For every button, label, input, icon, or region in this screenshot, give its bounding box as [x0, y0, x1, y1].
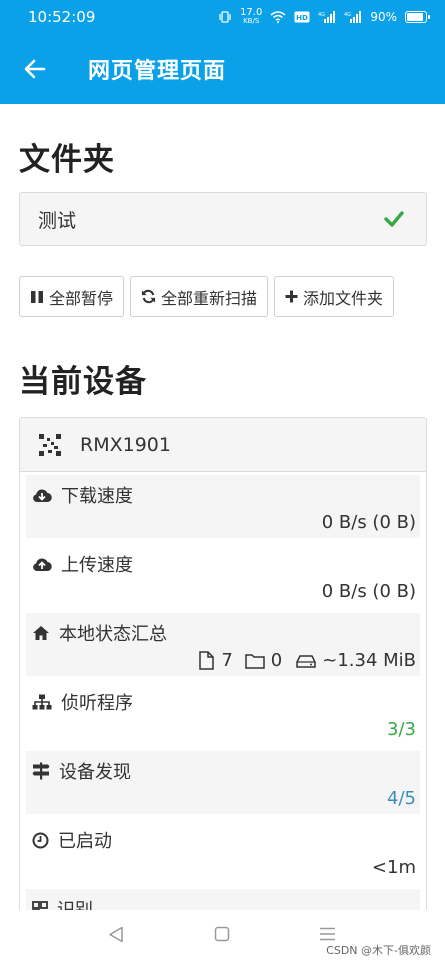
- cloud-download-icon: [33, 489, 52, 503]
- signal-icon-1: 4G: [318, 11, 336, 23]
- back-button[interactable]: [0, 34, 70, 104]
- stat-listeners: 侦听程序 3/3: [20, 679, 426, 748]
- triangle-back-icon: [109, 926, 123, 943]
- net-speed: 17.0 KB/S: [240, 7, 263, 26]
- folders-heading: 文件夹: [19, 142, 115, 178]
- watermark: CSDN @木下-俱欢颜: [326, 944, 431, 957]
- signal-icon-2: 4G: [344, 11, 362, 23]
- status-icons: 17.0 KB/S HD 4G 4G 90%: [218, 7, 430, 26]
- nav-back-button[interactable]: [108, 926, 124, 947]
- plus-icon: [285, 290, 298, 303]
- svg-text:4G: 4G: [318, 12, 325, 18]
- device-heading: 当前设备: [19, 364, 147, 400]
- check-icon: [384, 211, 404, 227]
- home-icon: [33, 626, 49, 640]
- device-panel: RMX1901 下载速度 0 B/s (0 B) 上传速度 0 B/s (0 B…: [19, 417, 427, 910]
- pause-all-button[interactable]: 全部暂停: [19, 276, 125, 317]
- svg-text:4G: 4G: [344, 12, 351, 18]
- add-folder-button[interactable]: 添加文件夹: [274, 276, 395, 317]
- device-stats: 下载速度 0 B/s (0 B) 上传速度 0 B/s (0 B) 本地状态汇总: [20, 472, 426, 910]
- svg-text:HD: HD: [296, 14, 308, 22]
- files-count: 7: [221, 650, 233, 671]
- rescan-all-button[interactable]: 全部重新扫描: [130, 276, 269, 317]
- sitemap-icon: [32, 694, 52, 710]
- vibrate-icon: [218, 11, 232, 23]
- signpost-icon: [32, 762, 50, 780]
- status-bar: 10:52:09 17.0 KB/S HD 4G 4G 90%: [0, 0, 445, 34]
- stat-upload-rate: 上传速度 0 B/s (0 B): [20, 541, 426, 610]
- battery-percent: 90%: [370, 10, 397, 24]
- app-bar: 网页管理页面: [0, 34, 445, 104]
- folder-item[interactable]: 测试: [19, 192, 427, 246]
- pause-icon: [31, 290, 43, 303]
- stat-uptime: 已启动 <1m: [20, 817, 426, 886]
- stat-download-rate: 下载速度 0 B/s (0 B): [20, 472, 426, 541]
- arrow-left-icon: [24, 59, 46, 79]
- folder-name: 测试: [38, 209, 77, 232]
- stat-identification: 识别: [20, 886, 426, 910]
- menu-icon: [320, 927, 335, 941]
- page-title: 网页管理页面: [88, 59, 227, 84]
- folder-actions: 全部暂停 全部重新扫描 添加文件夹: [19, 276, 395, 317]
- folder-icon: [245, 653, 265, 669]
- qrcode-small-icon: [32, 901, 48, 910]
- stat-discovery: 设备发现 4/5: [20, 748, 426, 817]
- device-name: RMX1901: [80, 433, 171, 456]
- battery-icon: [405, 11, 430, 23]
- wifi-icon: [270, 11, 286, 23]
- cloud-upload-icon: [33, 558, 52, 572]
- size-total: ~1.34 MiB: [322, 650, 416, 671]
- refresh-icon: [141, 289, 156, 304]
- hdd-icon: [296, 654, 316, 668]
- folders-count: 0: [270, 650, 283, 671]
- hd-icon: HD: [294, 11, 310, 23]
- stat-local-state: 本地状态汇总 7 0 ~1.34 MiB: [20, 610, 426, 679]
- file-icon: [199, 651, 215, 670]
- main-content[interactable]: 文件夹 测试 全部暂停 全部重新扫描 添加文件夹 当前设备 RMX1901 下载…: [0, 104, 445, 910]
- nav-home-button[interactable]: [214, 926, 230, 946]
- qrcode-icon: [39, 433, 61, 456]
- square-home-icon: [214, 926, 230, 942]
- clock-icon: [32, 832, 49, 848]
- clock: 10:52:09: [28, 8, 96, 26]
- device-header[interactable]: RMX1901: [20, 418, 426, 472]
- system-nav-bar: CSDN @木下-俱欢颜: [0, 910, 445, 964]
